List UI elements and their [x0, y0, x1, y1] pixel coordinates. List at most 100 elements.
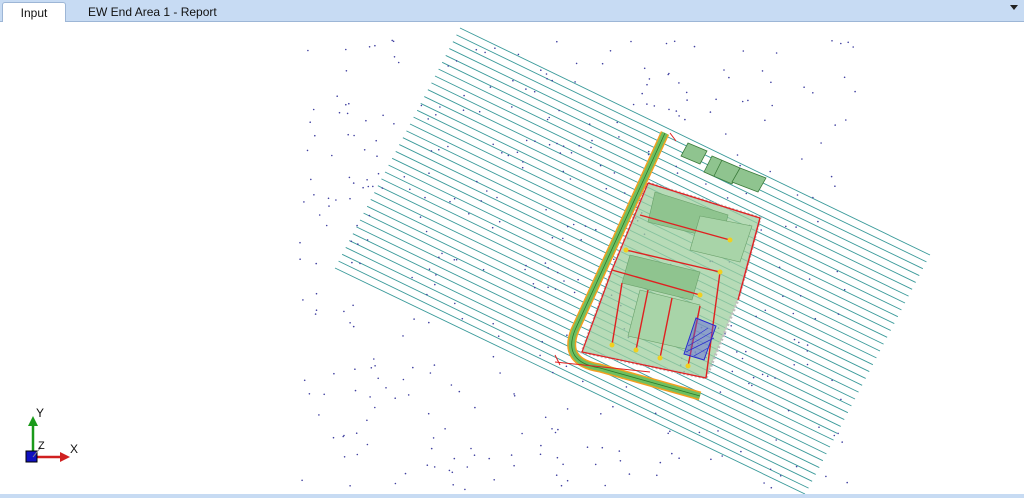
tab-list-dropdown-icon[interactable] [1010, 5, 1018, 10]
survey-point [605, 187, 608, 190]
survey-point [342, 435, 345, 438]
survey-point [309, 121, 312, 123]
survey-point [785, 225, 787, 228]
survey-point [623, 192, 626, 194]
survey-point [806, 363, 809, 366]
survey-point [539, 453, 542, 456]
survey-point [377, 377, 380, 380]
survey-point [752, 376, 755, 379]
survey-point [545, 73, 548, 75]
survey-point [761, 70, 764, 72]
survey-point [468, 213, 470, 215]
survey-point [299, 258, 301, 261]
survey-point [574, 81, 576, 83]
survey-point [798, 341, 800, 344]
survey-point [654, 412, 657, 415]
survey-point [540, 444, 542, 447]
survey-point [667, 432, 669, 435]
survey-point [534, 140, 536, 142]
survey-point [578, 145, 580, 147]
survey-point [482, 268, 485, 271]
survey-point [314, 313, 317, 315]
survey-point [516, 151, 519, 154]
survey-point [428, 172, 430, 174]
survey-point [513, 395, 516, 397]
survey-point [590, 146, 592, 149]
survey-point [492, 143, 495, 146]
survey-point [510, 454, 513, 456]
survey-point [671, 452, 673, 455]
survey-point [462, 109, 465, 111]
survey-point [812, 92, 814, 94]
section-line [349, 240, 820, 468]
survey-point [420, 104, 423, 107]
survey-point [560, 484, 563, 487]
ucs-x-label: X [70, 442, 79, 456]
drawing-canvas[interactable] [0, 22, 1024, 494]
survey-point [545, 208, 547, 211]
survey-point [728, 76, 730, 79]
survey-point [308, 393, 311, 395]
survey-point [458, 390, 461, 393]
tab-input[interactable]: Input [2, 2, 66, 22]
survey-point [449, 200, 451, 203]
survey-point [524, 268, 526, 271]
survey-point [562, 145, 565, 147]
survey-point [354, 389, 357, 392]
survey-point [782, 295, 784, 298]
survey-point [840, 42, 842, 45]
survey-point [751, 384, 753, 387]
survey-point [345, 48, 347, 51]
survey-point [466, 466, 469, 468]
survey-point [435, 274, 437, 276]
survey-point [493, 479, 496, 481]
survey-point [547, 286, 549, 289]
survey-point [501, 152, 503, 154]
viewport-bottom-border [0, 494, 1024, 498]
survey-point [751, 400, 754, 402]
survey-point [315, 309, 318, 312]
survey-point [685, 91, 688, 94]
survey-point [577, 278, 579, 281]
survey-point [453, 197, 456, 200]
survey-point [709, 111, 712, 113]
survey-point [441, 252, 443, 255]
tab-ew-end-area-report[interactable]: EW End Area 1 - Report [76, 2, 229, 22]
survey-point [588, 123, 591, 125]
survey-point [497, 335, 500, 338]
survey-point [646, 103, 648, 105]
survey-point [315, 262, 318, 265]
drawing-viewport[interactable]: Y Z X [0, 22, 1024, 494]
survey-point [668, 108, 670, 111]
survey-point [825, 475, 827, 478]
survey-point [454, 302, 456, 305]
survey-point [525, 88, 527, 90]
survey-point [774, 377, 776, 379]
survey-point [736, 351, 738, 353]
survey-point [488, 457, 491, 460]
survey-point [558, 109, 560, 112]
survey-point [641, 92, 643, 95]
survey-point [600, 413, 602, 415]
survey-point [795, 465, 798, 468]
survey-point [402, 378, 405, 381]
ucs-icon [25, 416, 70, 463]
document-tab-bar: Input EW End Area 1 - Report [0, 0, 1024, 22]
survey-point [394, 397, 397, 400]
survey-point [739, 164, 741, 167]
survey-point [312, 108, 315, 111]
survey-point [343, 310, 345, 313]
survey-point [366, 419, 368, 422]
survey-point [392, 40, 395, 43]
survey-point [723, 69, 725, 71]
survey-point [846, 481, 848, 484]
survey-point [303, 379, 306, 382]
survey-point [307, 49, 309, 52]
survey-point [710, 458, 712, 461]
survey-point [453, 457, 456, 460]
survey-point [413, 318, 415, 320]
survey-point [351, 261, 353, 264]
survey-point [424, 196, 426, 199]
survey-point [556, 142, 558, 145]
survey-point [403, 176, 406, 178]
